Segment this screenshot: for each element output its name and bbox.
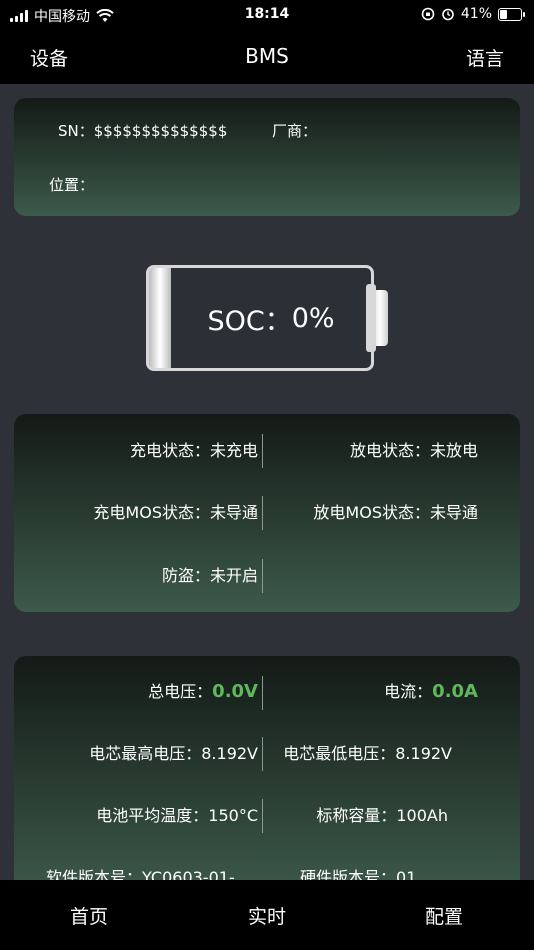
antitheft-state: 防盗：未开启 xyxy=(162,562,258,586)
status-card: 充电状态：未充电 放电状态：未放电 充电MOS状态：未导通 放电MOS状态：未导… xyxy=(14,414,520,612)
alarm-icon xyxy=(442,8,454,21)
divider xyxy=(262,559,263,593)
battery-shell-highlight xyxy=(149,268,171,368)
total-voltage: 总电压：0.0V xyxy=(148,678,258,702)
tab-realtime[interactable]: 实时 xyxy=(248,902,286,929)
charge-mos-value: 未导通 xyxy=(209,503,258,522)
avg-temp-label: 电池平均温度： xyxy=(96,806,209,825)
orientation-lock-icon xyxy=(421,7,435,21)
divider xyxy=(262,676,263,710)
device-info-card: SN：$$$$$$$$$$$$$$ 厂商： 位置： xyxy=(14,98,520,216)
charge-state-value: 未充电 xyxy=(209,441,258,460)
sn-row: SN：$$$$$$$$$$$$$$ xyxy=(58,120,227,141)
cell-max-label: 电芯最高电压： xyxy=(89,744,202,763)
tab-home[interactable]: 首页 xyxy=(70,902,108,929)
current: 电流：0.0A xyxy=(384,678,478,702)
cell-min-label: 电芯最低电压： xyxy=(283,744,396,763)
soc-display: SOC： 0% xyxy=(171,268,371,368)
discharge-state-label: 放电状态： xyxy=(349,441,430,460)
status-right: 41% xyxy=(421,6,525,22)
divider xyxy=(262,799,263,833)
antitheft-value: 未开启 xyxy=(209,566,258,585)
divider xyxy=(262,496,263,530)
cell-max-value: 8.192V xyxy=(201,744,258,763)
total-voltage-value: 0.0V xyxy=(212,681,258,702)
page-title: BMS xyxy=(245,44,289,68)
avg-temperature: 电池平均温度：150°C xyxy=(96,802,258,826)
status-bar: 中国移动 18:14 41% xyxy=(0,0,534,30)
divider xyxy=(262,434,263,468)
charge-state-label: 充电状态： xyxy=(129,441,210,460)
sn-value: $$$$$$$$$$$$$$ xyxy=(93,122,228,140)
soc-label: SOC： xyxy=(207,305,292,337)
cell-max-voltage: 电芯最高电压：8.192V xyxy=(89,740,258,764)
total-voltage-label: 总电压： xyxy=(148,682,213,701)
vendor-label: 厂商： xyxy=(272,122,318,140)
discharge-mos-label: 放电MOS状态： xyxy=(313,503,430,522)
current-label: 电流： xyxy=(384,682,433,701)
avg-temp-value: 150°C xyxy=(208,806,258,825)
battery-icon xyxy=(498,7,525,21)
discharge-mos-value: 未导通 xyxy=(429,503,478,522)
cell-min-value: 8.192V xyxy=(395,744,452,763)
battery-terminal xyxy=(366,284,388,352)
location-label: 位置： xyxy=(49,176,95,194)
charge-mos-state: 充电MOS状态：未导通 xyxy=(93,499,258,523)
rated-capacity: 标称容量：100Ah xyxy=(316,802,448,826)
discharge-state: 放电状态：未放电 xyxy=(350,437,478,461)
language-button[interactable]: 语言 xyxy=(466,44,504,71)
capacity-label: 标称容量： xyxy=(316,806,397,825)
charge-mos-label: 充电MOS状态： xyxy=(93,503,210,522)
battery-percent: 41% xyxy=(460,6,492,22)
soc-value: 0% xyxy=(291,302,335,334)
soc-battery: SOC： 0% xyxy=(146,265,374,371)
capacity-value: 100Ah xyxy=(396,806,448,825)
tab-config[interactable]: 配置 xyxy=(425,902,463,929)
antitheft-label: 防盗： xyxy=(161,566,210,585)
discharge-mos-state: 放电MOS状态：未导通 xyxy=(313,499,478,523)
current-value: 0.0A xyxy=(432,681,478,702)
cell-min-voltage: 电芯最低电压：8.192V xyxy=(283,740,452,764)
charge-state: 充电状态：未充电 xyxy=(130,437,258,461)
tab-bar: 首页 实时 配置 xyxy=(0,880,534,950)
discharge-state-value: 未放电 xyxy=(429,441,478,460)
divider xyxy=(262,737,263,771)
sn-label: SN： xyxy=(58,122,94,140)
metrics-card: 总电压：0.0V 电流：0.0A 电芯最高电压：8.192V 电芯最低电压：8.… xyxy=(14,656,520,896)
nav-bar: 设备 BMS 语言 xyxy=(0,30,534,84)
